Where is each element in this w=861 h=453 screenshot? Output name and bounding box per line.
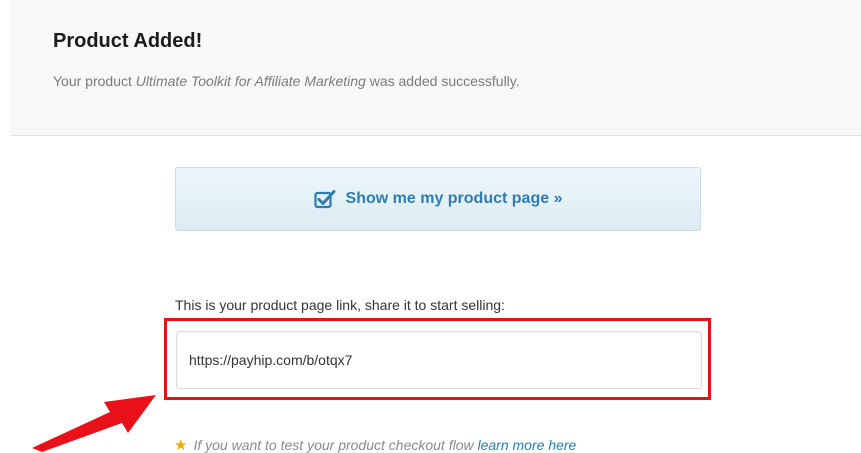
product-name: Ultimate Toolkit for Affiliate Marketing <box>135 73 366 89</box>
star-icon: ★ <box>174 437 188 453</box>
checkbox-check-icon <box>313 190 336 209</box>
success-message: Your product Ultimate Toolkit for Affili… <box>53 73 520 89</box>
share-link-label: This is your product page link, share it… <box>175 297 505 313</box>
red-arrow-icon <box>32 395 156 452</box>
success-header: Product Added! Your product Ultimate Too… <box>10 0 861 136</box>
checkout-tip: ★ If you want to test your product checko… <box>174 436 576 453</box>
highlight-box <box>164 318 711 400</box>
page-title: Product Added! <box>53 30 203 52</box>
show-product-page-button[interactable]: Show me my product page » <box>175 167 701 231</box>
show-product-page-label: Show me my product page » <box>345 190 563 207</box>
learn-more-link[interactable]: learn more here <box>478 437 577 453</box>
page: Product Added! Your product Ultimate Too… <box>0 0 861 453</box>
success-message-prefix: Your product <box>53 73 136 89</box>
tip-text: If you want to test your product checkou… <box>193 437 478 453</box>
success-message-suffix: was added successfully. <box>365 73 520 89</box>
